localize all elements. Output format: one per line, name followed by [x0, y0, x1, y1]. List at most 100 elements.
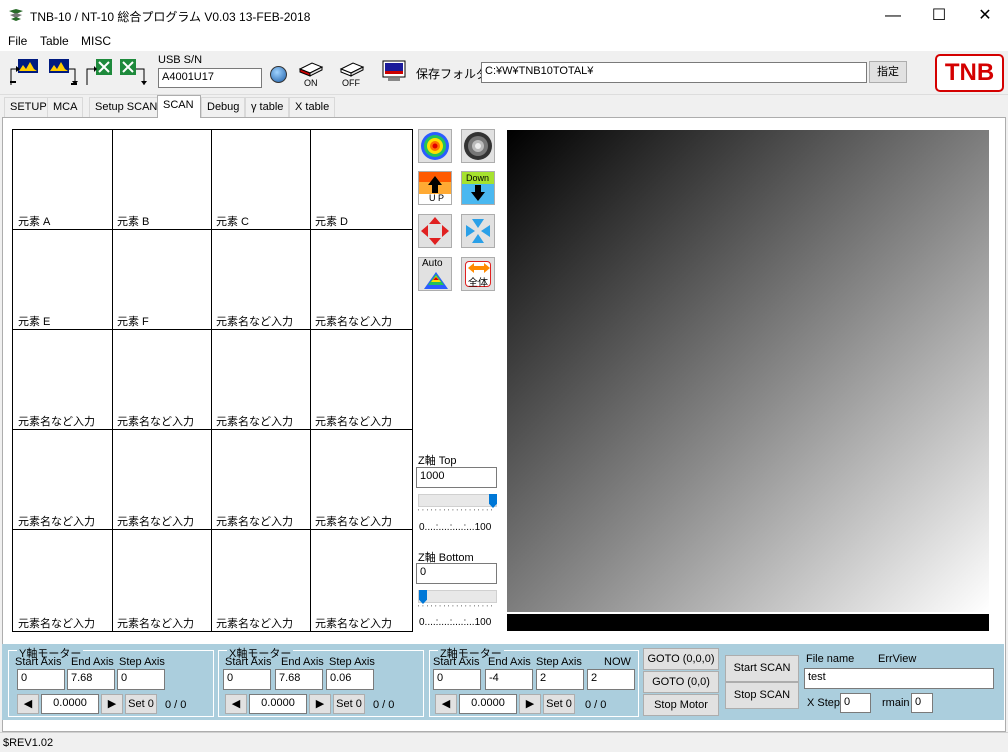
- rmain-field[interactable]: 0: [911, 693, 933, 713]
- x-position-field[interactable]: 0.0000: [249, 694, 307, 714]
- z-top-ticks: ' ' ' ' ' ' ' ' ' ' ' ' ' ' ' ' ' ': [418, 509, 493, 516]
- element-cell[interactable]: 元素名など入力: [112, 330, 212, 430]
- power-on-icon[interactable]: [298, 61, 324, 77]
- z-bottom-slider-thumb[interactable]: [419, 590, 427, 604]
- element-cell[interactable]: 元素名など入力: [211, 230, 311, 330]
- scan-image-map[interactable]: [507, 130, 989, 612]
- element-cell[interactable]: 元素名など入力: [211, 330, 311, 430]
- z-start-field[interactable]: 0: [433, 669, 481, 690]
- file-name-field[interactable]: test: [804, 668, 994, 689]
- y-start-field[interactable]: 0: [17, 669, 65, 690]
- z-top-field[interactable]: 1000: [416, 467, 497, 488]
- element-cell[interactable]: 元素名など入力: [310, 430, 413, 530]
- expand-button[interactable]: [418, 214, 452, 248]
- element-cell[interactable]: 元素 A: [13, 130, 113, 230]
- z-set0-button[interactable]: Set 0: [543, 694, 575, 714]
- element-cell[interactable]: 元素 D: [310, 130, 413, 230]
- tab-mca[interactable]: MCA: [47, 97, 84, 117]
- menu-misc[interactable]: MISC: [81, 34, 111, 48]
- x-move-right-button[interactable]: ▶: [309, 694, 331, 714]
- z-move-right-button[interactable]: ▶: [519, 694, 541, 714]
- y-move-left-button[interactable]: ◀: [17, 694, 39, 714]
- element-cell[interactable]: 元素名など入力: [310, 530, 413, 631]
- tab-setup-scan[interactable]: Setup SCAN: [89, 97, 164, 117]
- gray-map-button[interactable]: [461, 129, 495, 163]
- shrink-button[interactable]: [461, 214, 495, 248]
- motor-control-panel: Y軸モーター Start Axis End Axis Step Axis 0 7…: [2, 644, 1004, 720]
- element-cell[interactable]: 元素名など入力: [13, 330, 113, 430]
- up-button[interactable]: U P: [418, 171, 452, 205]
- y-end-field[interactable]: 7.68: [67, 669, 115, 690]
- y-step-field[interactable]: 0: [117, 669, 165, 690]
- app-icon: [9, 9, 23, 21]
- y-move-right-button[interactable]: ▶: [101, 694, 123, 714]
- gray-map-icon: [464, 132, 492, 160]
- y-set0-button[interactable]: Set 0: [125, 694, 157, 714]
- menu-file[interactable]: File: [8, 34, 27, 48]
- color-map-button[interactable]: [418, 129, 452, 163]
- x-move-left-button[interactable]: ◀: [225, 694, 247, 714]
- close-icon[interactable]: ✕: [962, 0, 1008, 31]
- fit-all-button[interactable]: 全体: [461, 257, 495, 291]
- stop-scan-button[interactable]: Stop SCAN: [725, 682, 799, 709]
- element-cell[interactable]: 元素名など入力: [112, 430, 212, 530]
- tab-x-table[interactable]: X table: [289, 97, 336, 117]
- z-position-field[interactable]: 0.0000: [459, 694, 517, 714]
- x-step-field[interactable]: 0.06: [326, 669, 374, 690]
- z-step-field[interactable]: 2: [536, 669, 584, 690]
- tab-setup[interactable]: SETUP: [4, 97, 53, 117]
- goto-origin-xyz-button[interactable]: GOTO (0,0,0): [643, 648, 719, 670]
- z-top-slider-thumb[interactable]: [489, 494, 497, 508]
- load-spectrum-icon[interactable]: [8, 57, 40, 87]
- element-cell[interactable]: 元素名など入力: [13, 430, 113, 530]
- tab-scan[interactable]: SCAN: [157, 95, 201, 118]
- element-cell[interactable]: 元素 B: [112, 130, 212, 230]
- y-count: 0 / 0: [165, 699, 187, 711]
- monitor-icon[interactable]: [382, 60, 406, 82]
- element-label: 元素名など入力: [216, 316, 293, 328]
- z-end-field[interactable]: -4: [485, 669, 533, 690]
- z-bottom-field[interactable]: 0: [416, 563, 497, 584]
- menu-table[interactable]: Table: [40, 34, 69, 48]
- z-top-scale: 0....:....:....:...100: [419, 522, 492, 533]
- tab-debug[interactable]: Debug: [201, 97, 246, 117]
- element-cell[interactable]: 元素名など入力: [310, 230, 413, 330]
- element-cell[interactable]: 元素名など入力: [13, 530, 113, 631]
- power-off-icon[interactable]: [339, 61, 365, 77]
- element-cell[interactable]: 元素 F: [112, 230, 212, 330]
- z-top-slider[interactable]: [418, 494, 497, 508]
- element-cell[interactable]: 元素名など入力: [211, 430, 311, 530]
- z-move-left-button[interactable]: ◀: [435, 694, 457, 714]
- element-cell[interactable]: 元素 C: [211, 130, 311, 230]
- tab-strip: SETUP MCA Setup SCAN SCAN Debug γ table …: [0, 95, 1008, 118]
- start-scan-button[interactable]: Start SCAN: [725, 655, 799, 682]
- status-text: $REV1.02: [3, 737, 54, 749]
- x-end-field[interactable]: 7.68: [275, 669, 323, 690]
- auto-button[interactable]: Auto: [418, 257, 452, 291]
- errview-label: ErrView: [878, 653, 917, 665]
- z-bottom-slider[interactable]: [418, 590, 497, 604]
- tab-gamma-table[interactable]: γ table: [245, 97, 290, 117]
- stop-motor-button[interactable]: Stop Motor: [643, 694, 719, 716]
- usb-sn-field[interactable]: A4001U17: [158, 68, 262, 88]
- x-set0-button[interactable]: Set 0: [333, 694, 365, 714]
- element-cell[interactable]: 元素 E: [13, 230, 113, 330]
- auto-label: Auto: [422, 258, 443, 269]
- load-excel-icon[interactable]: [84, 57, 116, 87]
- maximize-icon[interactable]: ☐: [916, 0, 962, 31]
- down-button[interactable]: Down: [461, 171, 495, 205]
- save-excel-icon[interactable]: [118, 57, 150, 87]
- x-start-field[interactable]: 0: [223, 669, 271, 690]
- goto-origin-xy-button[interactable]: GOTO (0,0): [643, 671, 719, 693]
- element-cell[interactable]: 元素名など入力: [211, 530, 311, 631]
- y-position-field[interactable]: 0.0000: [41, 694, 99, 714]
- x-motor-group: X軸モーター Start Axis End Axis Step Axis 0 7…: [218, 645, 424, 717]
- element-cell[interactable]: 元素名など入力: [310, 330, 413, 430]
- minimize-icon[interactable]: —: [870, 0, 916, 31]
- menu-bar: File Table MISC: [0, 31, 1008, 51]
- save-folder-field[interactable]: C:¥W¥TNB10TOTAL¥: [481, 62, 867, 83]
- element-cell[interactable]: 元素名など入力: [112, 530, 212, 631]
- save-spectrum-icon[interactable]: [47, 57, 79, 87]
- specify-folder-button[interactable]: 指定: [869, 61, 907, 83]
- x-step-field[interactable]: 0: [840, 693, 871, 713]
